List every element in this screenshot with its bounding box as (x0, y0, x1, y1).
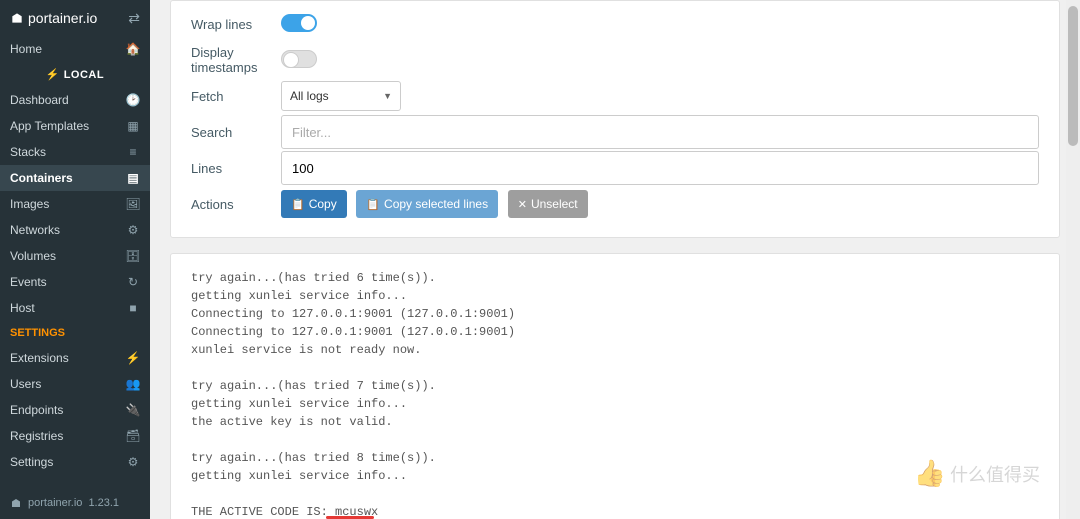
plug-icon: ⚡ (46, 69, 60, 81)
sidebar-item-containers[interactable]: Containers ▤ (0, 165, 150, 191)
sidebar-item-home[interactable]: Home 🏠 (0, 36, 150, 62)
display-timestamps-toggle[interactable] (281, 50, 317, 68)
lines-label: Lines (191, 161, 281, 176)
log-output[interactable]: try again...(has tried 6 time(s)). getti… (170, 253, 1060, 519)
sidebar-item-volumes[interactable]: Volumes 🗄 (0, 243, 150, 269)
lines-input[interactable] (281, 151, 1039, 185)
sidebar-item-events[interactable]: Events ↻ (0, 269, 150, 295)
sidebar-item-settings[interactable]: Settings ⚙ (0, 449, 150, 475)
history-icon: ↻ (126, 275, 140, 289)
copy-button[interactable]: 📋 Copy (281, 190, 347, 218)
sidebar-item-networks[interactable]: Networks ⚙ (0, 217, 150, 243)
sidebar-item-registries[interactable]: Registries 🗃 (0, 423, 150, 449)
local-header: ⚡ LOCAL (0, 62, 150, 87)
volume-icon: 🗄 (126, 249, 140, 263)
main-content: Wrap lines Display timestamps Fetch All … (150, 0, 1080, 519)
tachometer-icon: 🕑 (126, 93, 140, 107)
sidebar-item-extensions[interactable]: Extensions ⚡ (0, 345, 150, 371)
sidebar-item-stacks[interactable]: Stacks ≡ (0, 139, 150, 165)
vertical-scrollbar[interactable] (1066, 0, 1080, 519)
home-icon: 🏠 (126, 42, 140, 56)
sidebar-footer: portainer.io 1.23.1 (0, 487, 150, 519)
sidebar-item-users[interactable]: Users 👥 (0, 371, 150, 397)
actions-label: Actions (191, 197, 281, 212)
scrollbar-thumb[interactable] (1068, 6, 1078, 146)
container-icon: ▤ (126, 171, 140, 185)
bolt-icon: ⚡ (126, 351, 140, 365)
search-input[interactable] (281, 115, 1039, 149)
network-icon: ⚙ (126, 223, 140, 237)
users-icon: 👥 (126, 377, 140, 391)
caret-down-icon: ▼ (383, 91, 392, 101)
settings-header: SETTINGS (0, 321, 150, 345)
log-settings-panel: Wrap lines Display timestamps Fetch All … (170, 0, 1060, 238)
logo-row: portainer.io ⇄ (0, 0, 150, 36)
wrap-lines-toggle[interactable] (281, 14, 317, 32)
stack-icon: ≡ (126, 145, 140, 159)
grid-icon: ▦ (126, 119, 140, 133)
copy-selected-button[interactable]: 📋 Copy selected lines (356, 190, 498, 218)
display-timestamps-label: Display timestamps (191, 45, 281, 75)
unselect-button[interactable]: ✕ Unselect (508, 190, 588, 218)
copy-icon: 📋 (366, 198, 380, 211)
brand-text: portainer.io (28, 10, 97, 26)
portainer-logo-small-icon (10, 497, 22, 509)
search-label: Search (191, 125, 281, 140)
footer-brand: portainer.io (28, 497, 82, 509)
fetch-label: Fetch (191, 89, 281, 104)
copy-icon: 📋 (291, 198, 305, 211)
sidebar-item-app-templates[interactable]: App Templates ▦ (0, 113, 150, 139)
sidebar-item-endpoints[interactable]: Endpoints 🔌 (0, 397, 150, 423)
plug-icon: 🔌 (126, 403, 140, 417)
portainer-logo-icon (10, 11, 24, 25)
sidebar-item-images[interactable]: Images 🖼 (0, 191, 150, 217)
sidebar-item-host[interactable]: Host ■ (0, 295, 150, 321)
wrap-lines-label: Wrap lines (191, 17, 281, 32)
version-text: 1.23.1 (88, 497, 119, 509)
brand-logo: portainer.io (10, 10, 97, 26)
swap-icon[interactable]: ⇄ (128, 10, 140, 27)
fetch-value: All logs (290, 89, 329, 103)
host-icon: ■ (126, 301, 140, 315)
fetch-select[interactable]: All logs ▼ (281, 81, 401, 111)
sidebar: portainer.io ⇄ Home 🏠 ⚡ LOCAL Dashboard … (0, 0, 150, 519)
close-icon: ✕ (518, 198, 527, 211)
image-icon: 🖼 (126, 197, 140, 211)
cogs-icon: ⚙ (126, 455, 140, 469)
sidebar-item-dashboard[interactable]: Dashboard 🕑 (0, 87, 150, 113)
database-icon: 🗃 (126, 429, 140, 443)
